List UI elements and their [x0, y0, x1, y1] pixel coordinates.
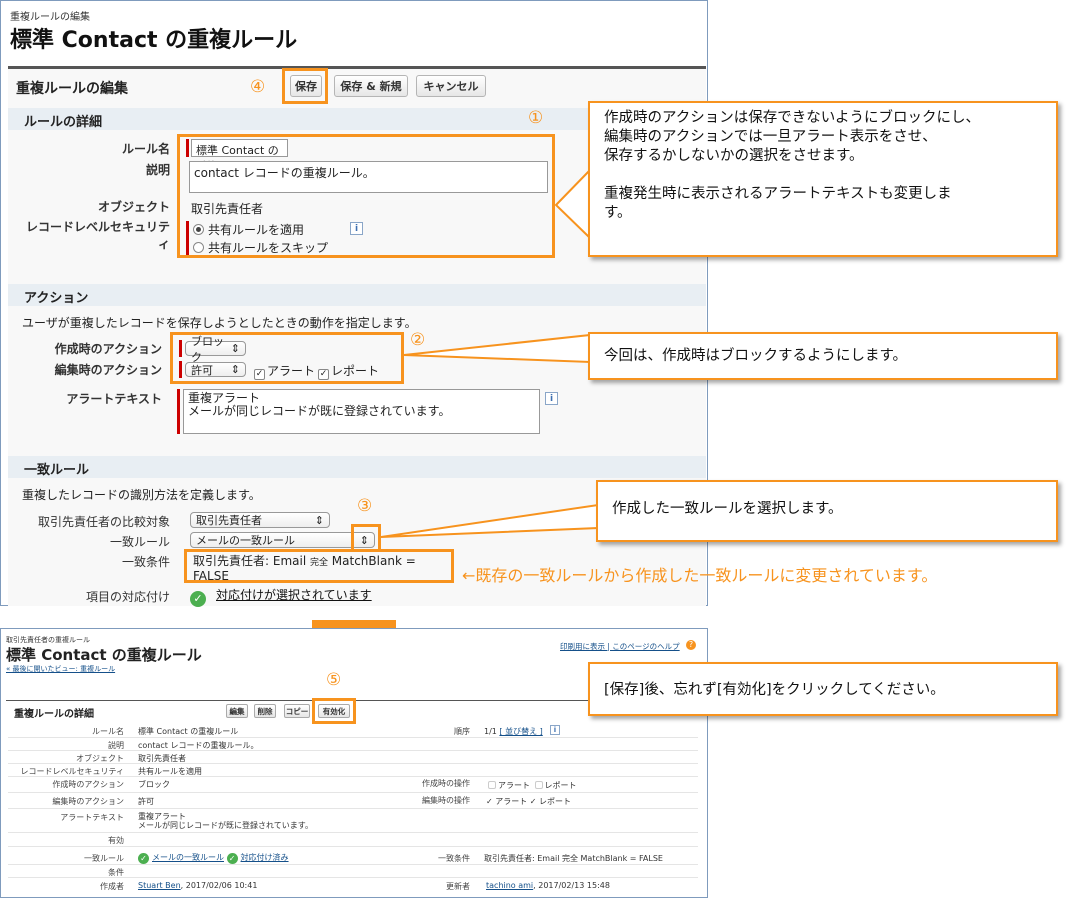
callout-4: ←既存の一致ルールから作成した一致ルールに変更されています。 [462, 566, 938, 585]
detail-value: 取引先責任者: Email 完全 MatchBlank = FALSE [484, 854, 663, 863]
edit-op-alert: アラート [495, 797, 528, 806]
detail-label: 有効 [108, 836, 124, 845]
detail-label: 更新者 [446, 882, 470, 891]
check-icon: ✓ [138, 853, 149, 864]
info-icon[interactable]: i [550, 725, 560, 735]
checkbox-empty-icon [534, 781, 543, 789]
updater-date: , 2017/02/13 15:48 [533, 881, 610, 890]
create-op-report: レポート [544, 781, 577, 790]
detail-label: ルール名 [92, 727, 124, 736]
callout-1-line: 保存するかしないかの選択をさせます。 [604, 148, 864, 164]
detail-label: 一致ルール [84, 854, 124, 863]
alert-line-1: 重複アラート [138, 812, 186, 821]
copy-button[interactable]: コピー [284, 704, 310, 718]
row-divider [8, 792, 698, 793]
detail-value: 重複アラート メールが同じレコードが既に登録されています。 [138, 812, 313, 830]
callout-3: 作成した一致ルールを選択します。 [596, 480, 1058, 542]
detail-label: 編集時の操作 [422, 796, 470, 805]
row-divider [8, 737, 698, 738]
row-divider [8, 864, 698, 865]
checkbox-empty-icon [488, 781, 496, 789]
detail-label: 一致条件 [438, 854, 470, 863]
create-op-value: アラート レポート [486, 780, 577, 791]
detail-value: tachino ami, 2017/02/13 15:48 [486, 881, 610, 890]
creator-date: , 2017/02/06 10:41 [180, 881, 258, 890]
callout-1: 作成時のアクションは保存できないようにブロックにし、 編集時のアクションでは一旦… [588, 101, 1058, 257]
row-divider [8, 877, 698, 878]
detail-label: 順序 [454, 727, 470, 736]
detail-value: ブロック [138, 780, 170, 789]
step-5-marker: ⑤ [326, 670, 342, 690]
callout-1-line: す。 [604, 205, 632, 221]
back-to-view-link[interactable]: « 最後に開いたビュー: 重複ルール [6, 664, 115, 674]
callout-5: [保存]後、忘れず[有効化]をクリックしてください。 [588, 662, 1058, 716]
alert-line-2: メールが同じレコードが既に登録されています。 [138, 821, 313, 830]
detail-value: Stuart Ben, 2017/02/06 10:41 [138, 881, 257, 890]
row-divider [8, 776, 698, 777]
callout-1-spacer [604, 166, 1042, 185]
detail-header: 重複ルールの詳細 [14, 709, 94, 720]
detail-value: 許可 [138, 797, 154, 806]
detail-value: ✓ メールの一致ルール ✓ 対応付け済み [138, 852, 289, 864]
row-divider [8, 846, 698, 847]
check-icon: ✓ [226, 853, 238, 864]
create-op-alert: アラート [498, 781, 530, 790]
help-icon[interactable]: ? [686, 640, 696, 650]
detail-label: 編集時のアクション [52, 797, 124, 806]
mapped-link[interactable]: 対応付け済み [241, 853, 289, 862]
callout-1-line: 重複発生時に表示されるアラートテキストも変更しま [604, 186, 952, 202]
edit-op-value: ✓ アラート ✓ レポート [486, 796, 571, 807]
detail-label: アラートテキスト [60, 813, 124, 822]
creator-link[interactable]: Stuart Ben [138, 881, 181, 890]
row-divider [8, 750, 698, 751]
edit-button[interactable]: 編集 [226, 704, 248, 718]
detail-label: 作成時の操作 [422, 779, 470, 788]
reorder-link[interactable]: [ 並び替え ] [499, 727, 542, 736]
checkmark-icon: ✓ [486, 797, 493, 806]
detail-value: 1/1 [ 並び替え ] [484, 726, 543, 737]
delete-button[interactable]: 削除 [254, 704, 276, 718]
updater-link[interactable]: tachino ami [486, 881, 533, 890]
callout-2: 今回は、作成時はブロックするようにします。 [588, 332, 1058, 380]
row-divider [8, 808, 698, 809]
row-divider [8, 763, 698, 764]
checkmark-icon: ✓ [529, 797, 537, 806]
edit-op-report: レポート [539, 797, 572, 806]
highlight-activate [312, 698, 356, 724]
help-links[interactable]: 印刷用に表示 | このページのヘルプ [560, 641, 680, 652]
order-value: 1/1 [484, 727, 497, 736]
matching-rule-link[interactable]: メールの一致ルール [152, 853, 224, 862]
bottom-page-title: 標準 Contact の重複ルール [6, 646, 202, 664]
row-divider [8, 832, 698, 833]
detail-label: 作成時のアクション [52, 780, 124, 789]
detail-label: 作成者 [100, 882, 124, 891]
callout-1-line: 作成時のアクションは保存できないようにブロックにし、 [604, 110, 980, 126]
callout-1-line: 編集時のアクションでは一旦アラート表示をさせ、 [604, 129, 937, 145]
detail-value: 標準 Contact の重複ルール [138, 727, 239, 736]
